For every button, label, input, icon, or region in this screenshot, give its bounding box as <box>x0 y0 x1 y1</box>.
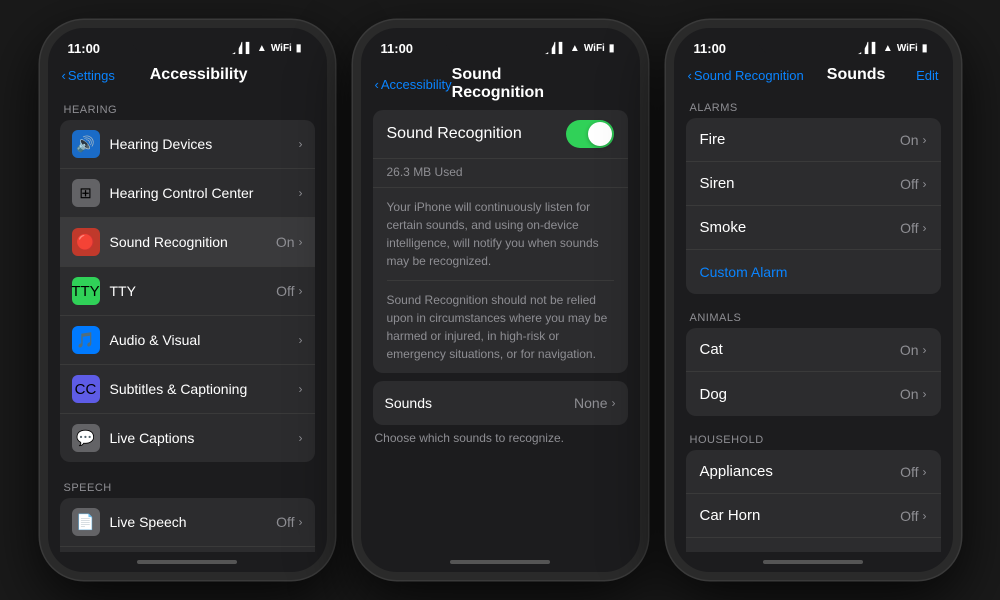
sound-recognition-toggle[interactable] <box>566 120 614 148</box>
home-bar-3 <box>763 560 863 564</box>
chevron-icon: › <box>299 333 303 347</box>
back-arrow-icon-1: ‹ <box>62 68 66 83</box>
status-bar-2: 11:00 ▌▌▌ ▲ WiFi ▮ <box>361 28 640 64</box>
back-button-3[interactable]: ‹ Sound Recognition <box>688 68 804 83</box>
section-household: HOUSEHOLD <box>674 424 953 450</box>
storage-row: 26.3 MB Used <box>373 159 628 188</box>
section-header-hearing: HEARING <box>48 92 327 120</box>
back-button-2[interactable]: ‹ Accessibility <box>375 77 452 92</box>
section-header-speech: SPEECH <box>48 470 327 498</box>
sound-recognition-icon: 🔴 <box>72 228 100 256</box>
list-item-audio-visual[interactable]: 🎵 Audio & Visual › <box>60 316 315 365</box>
list-item-live-captions[interactable]: 💬 Live Captions › <box>60 414 315 462</box>
chevron-icon: › <box>299 515 303 529</box>
phone3-content: ALARMS Fire On › Siren Off › Smoke Off › <box>674 92 953 552</box>
phone-sound-recognition: 11:00 ▌▌▌ ▲ WiFi ▮ ‹ Accessibility Sound… <box>353 20 648 580</box>
speech-group: 📄 Live Speech Off › 👤 Personal Voice › <box>60 498 315 552</box>
edit-button[interactable]: Edit <box>909 68 939 83</box>
home-bar-2 <box>450 560 550 564</box>
list-item-appliances[interactable]: Appliances Off › <box>686 450 941 494</box>
time-2: 11:00 <box>381 41 414 56</box>
nav-bar-1: ‹ Settings Accessibility <box>48 64 327 92</box>
sounds-value: None <box>574 395 607 411</box>
list-item-hearing-control[interactable]: ⊞ Hearing Control Center › <box>60 169 315 218</box>
animals-group: Cat On › Dog On › <box>686 328 941 416</box>
home-indicator-1 <box>48 552 327 572</box>
page-title-3: Sounds <box>827 66 886 84</box>
audio-visual-icon: 🎵 <box>72 326 100 354</box>
hearing-control-icon: ⊞ <box>72 179 100 207</box>
live-captions-icon: 💬 <box>72 424 100 452</box>
sounds-hint: Choose which sounds to recognize. <box>361 427 640 453</box>
status-bar-1: 11:00 ▌▌▌ ▲ WiFi ▮ <box>48 28 327 64</box>
home-indicator-3 <box>674 552 953 572</box>
time-3: 11:00 <box>694 41 727 56</box>
page-title-2: Sound Recognition <box>452 66 596 102</box>
tty-icon: TTY <box>72 277 100 305</box>
household-group: Appliances Off › Car Horn Off › Door Bel… <box>686 450 941 552</box>
list-item-car-horn[interactable]: Car Horn Off › <box>686 494 941 538</box>
page-title-1: Accessibility <box>150 66 248 84</box>
list-item-subtitles[interactable]: CC Subtitles & Captioning › <box>60 365 315 414</box>
toggle-row: Sound Recognition <box>373 110 628 159</box>
nav-bar-2: ‹ Accessibility Sound Recognition <box>361 64 640 110</box>
list-item-hearing-devices[interactable]: 🔊 Hearing Devices › <box>60 120 315 169</box>
chevron-icon: › <box>299 235 303 249</box>
sounds-list-item[interactable]: Sounds None › <box>373 381 628 425</box>
hearing-group: 🔊 Hearing Devices › ⊞ Hearing Control Ce… <box>60 120 315 462</box>
sounds-row-group: Sounds None › <box>373 381 628 425</box>
phone1-content: HEARING 🔊 Hearing Devices › ⊞ Hearing Co… <box>48 92 327 552</box>
desc-text-2: Sound Recognition should not be relied u… <box>373 281 628 373</box>
phone-sounds: 11:00 ▌▌▌ ▲ WiFi ▮ ‹ Sound Recognition S… <box>666 20 961 580</box>
list-item-door-bell[interactable]: Door Bell On › <box>686 538 941 552</box>
chevron-icon: › <box>299 137 303 151</box>
chevron-icon: › <box>299 284 303 298</box>
time-1: 11:00 <box>68 41 101 56</box>
sounds-chevron: › <box>612 396 616 410</box>
list-item-live-speech[interactable]: 📄 Live Speech Off › <box>60 498 315 547</box>
list-item-custom-alarm[interactable]: Custom Alarm <box>686 250 941 294</box>
phone2-content: Sound Recognition 26.3 MB Used Your iPho… <box>361 110 640 552</box>
list-item-smoke[interactable]: Smoke Off › <box>686 206 941 250</box>
list-item-tty[interactable]: TTY TTY Off › <box>60 267 315 316</box>
back-arrow-icon-3: ‹ <box>688 68 692 83</box>
back-button-1[interactable]: ‹ Settings <box>62 68 115 83</box>
section-animals: ANIMALS <box>674 302 953 328</box>
sounds-label: Sounds <box>385 395 575 411</box>
hearing-devices-icon: 🔊 <box>72 130 100 158</box>
home-bar-1 <box>137 560 237 564</box>
list-item-dog[interactable]: Dog On › <box>686 372 941 416</box>
sound-recognition-card: Sound Recognition 26.3 MB Used Your iPho… <box>373 110 628 373</box>
alarms-group: Fire On › Siren Off › Smoke Off › Custom… <box>686 118 941 294</box>
subtitles-icon: CC <box>72 375 100 403</box>
back-arrow-icon-2: ‹ <box>375 77 379 92</box>
list-item-sound-recognition[interactable]: 🔴 Sound Recognition On › <box>60 218 315 267</box>
desc-text-1: Your iPhone will continuously listen for… <box>373 188 628 280</box>
section-alarms: ALARMS <box>674 92 953 118</box>
list-item-cat[interactable]: Cat On › <box>686 328 941 372</box>
toggle-label: Sound Recognition <box>387 125 566 143</box>
phone-accessibility: 11:00 ▌▌▌ ▲ WiFi ▮ ‹ Settings Accessibil… <box>40 20 335 580</box>
list-item-fire[interactable]: Fire On › <box>686 118 941 162</box>
home-indicator-2 <box>361 552 640 572</box>
nav-bar-3: ‹ Sound Recognition Sounds Edit <box>674 64 953 92</box>
status-bar-3: 11:00 ▌▌▌ ▲ WiFi ▮ <box>674 28 953 64</box>
chevron-icon: › <box>299 186 303 200</box>
live-speech-icon: 📄 <box>72 508 100 536</box>
list-item-siren[interactable]: Siren Off › <box>686 162 941 206</box>
chevron-icon: › <box>299 382 303 396</box>
chevron-icon: › <box>299 431 303 445</box>
